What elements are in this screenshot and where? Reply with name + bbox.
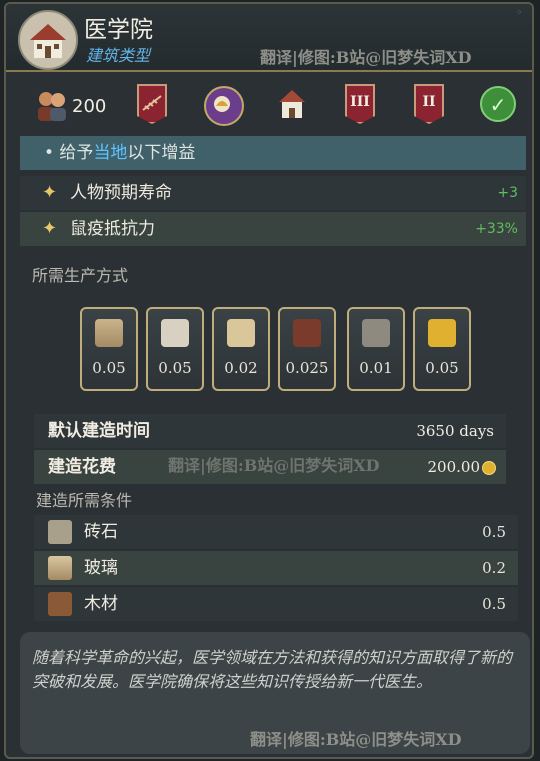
icon-row: 200 III II ✓ [6,74,532,134]
watermark: 翻译|修图:B站@旧梦失词XD [168,456,380,475]
bonus-row: ✦ 人物预期寿命 +3 [20,176,526,210]
population-icon[interactable] [34,88,70,122]
building-type-label: 建筑类型 [86,46,151,65]
page-title: 医学院 [84,17,153,43]
good-value: 0.02 [224,359,258,377]
tier-three-icon[interactable]: III [345,84,375,124]
gold-icon [428,319,456,347]
good-value: 0.05 [92,359,126,377]
check-icon[interactable]: ✓ [480,86,516,122]
bonus-label: 鼠疫抵抗力 [70,219,155,239]
construction-cost-label: 建造花费 [48,457,116,477]
good-value: 0.05 [425,359,459,377]
requirements-title: 建造所需条件 [36,491,133,510]
watermark: 翻译|修图:B站@旧梦失词XD [250,730,462,749]
star-icon: ✦ [42,218,58,239]
paper-icon [227,319,255,347]
stone-icon [48,520,72,544]
tools-icon [362,319,390,347]
good-tile[interactable]: 0.02 [212,307,270,391]
corner-decoration-icon: ◦ [516,6,523,19]
wood-icon [48,592,72,616]
railway-banner-icon[interactable] [137,84,167,124]
good-value: 0.01 [359,359,393,377]
local-link[interactable]: 当地 [93,143,127,163]
description-text: 随着科学革命的兴起，医学领域在方法和获得的知识方面取得了新的突破和发展。医学院确… [32,648,513,691]
religion-icon[interactable] [204,86,244,126]
bonus-row: ✦ 鼠疫抵抗力 +33% [20,212,526,246]
description-box: 随着科学革命的兴起，医学领域在方法和获得的知识方面取得了新的突破和发展。医学院确… [20,632,530,754]
production-title: 所需生产方式 [32,266,129,285]
glass-icon [95,319,123,347]
lumber-icon [293,319,321,347]
building-icon[interactable] [275,88,309,120]
requirement-row: 玻璃 0.2 [34,551,518,585]
bonus-header: • 给予当地以下增益 [20,136,526,170]
bonus-header-prefix: • 给予 [44,143,94,163]
construction-time-row: 默认建造时间 3650 days [34,414,506,448]
tooltip-header: 医学院 建筑类型 翻译|修图:B站@旧梦失词XD ◦ [6,4,532,72]
construction-time-value: 3650 days [416,422,494,440]
construction-cost-row: 建造花费 翻译|修图:B站@旧梦失词XD 200.00 [34,450,506,484]
tier-two-icon[interactable]: II [414,84,444,124]
glass-icon [48,556,72,580]
cloth-icon [161,319,189,347]
requirement-value: 0.2 [482,559,506,577]
coin-icon [482,461,496,475]
good-tile[interactable]: 0.01 [347,307,405,391]
requirement-label: 玻璃 [84,558,118,578]
building-house-icon [18,10,78,70]
bonus-label: 人物预期寿命 [70,183,172,203]
requirement-label: 砖石 [84,522,118,542]
good-tile[interactable]: 0.05 [80,307,138,391]
bonus-value: +3 [497,185,518,201]
good-value: 0.05 [158,359,192,377]
requirement-value: 0.5 [482,595,506,613]
construction-cost-value: 200.00 [427,458,481,476]
requirement-value: 0.5 [482,523,506,541]
watermark: 翻译|修图:B站@旧梦失词XD [260,48,472,67]
good-tile[interactable]: 0.05 [146,307,204,391]
population-value: 200 [72,96,107,117]
bonus-header-suffix: 以下增益 [127,143,196,163]
building-tooltip-panel: 医学院 建筑类型 翻译|修图:B站@旧梦失词XD ◦ 200 III II ✓ … [4,2,534,759]
requirement-row: 木材 0.5 [34,587,518,621]
requirement-row: 砖石 0.5 [34,515,518,549]
bonus-value: +33% [475,221,518,237]
good-tile[interactable]: 0.025 [278,307,336,391]
good-value: 0.025 [285,359,329,377]
construction-time-label: 默认建造时间 [48,421,150,441]
requirement-label: 木材 [84,594,118,614]
good-tile[interactable]: 0.05 [413,307,471,391]
star-icon: ✦ [42,182,58,203]
